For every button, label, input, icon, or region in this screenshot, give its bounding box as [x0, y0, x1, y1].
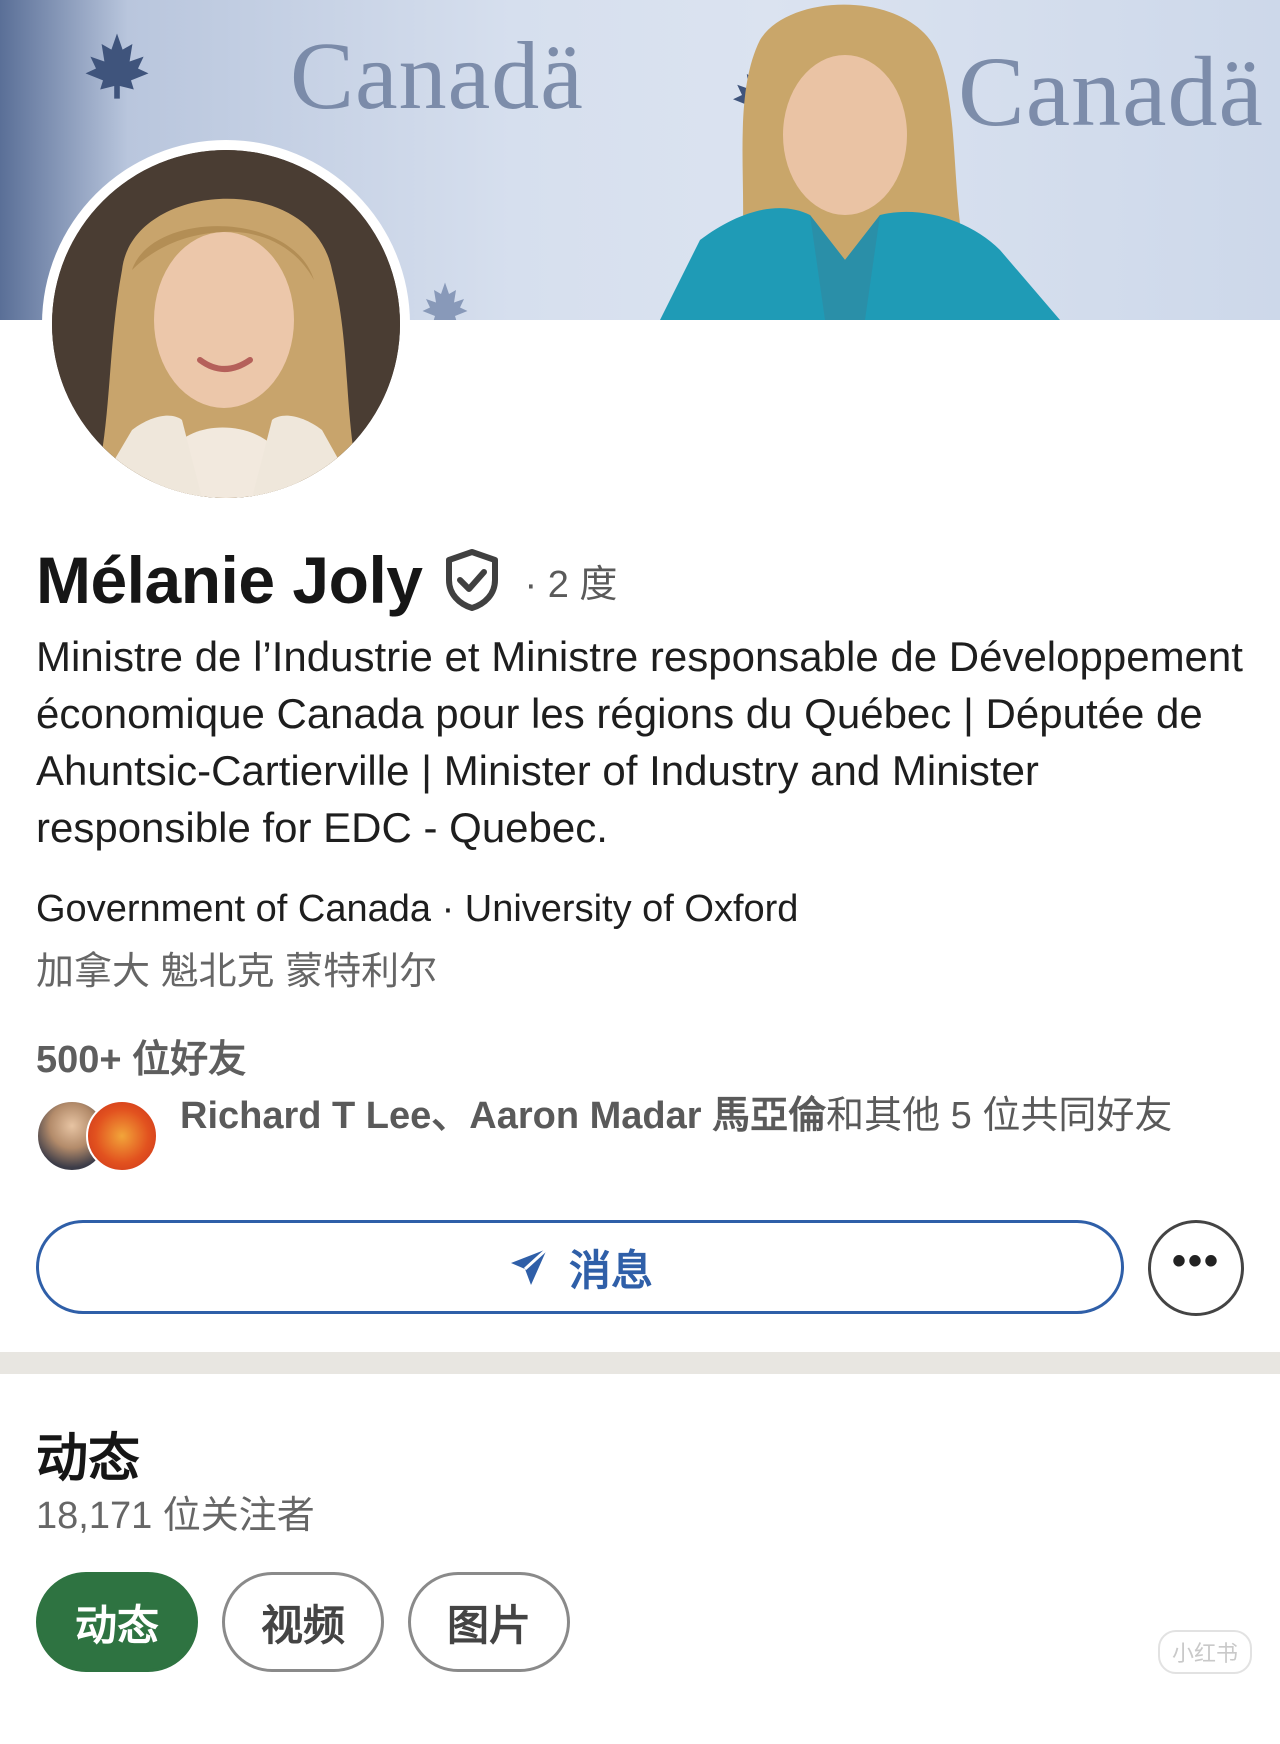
send-icon: [507, 1245, 551, 1289]
avatar-photo: [52, 150, 400, 498]
cover-photo-person: [660, 4, 1060, 320]
mutual-names: Richard T Lee、Aaron Madar 馬亞倫: [180, 1095, 827, 1137]
more-icon: •••: [1171, 1239, 1220, 1283]
verified-shield-icon[interactable]: [443, 548, 501, 612]
profile-name: Mélanie Joly: [36, 543, 423, 617]
more-options-button[interactable]: •••: [1148, 1220, 1244, 1316]
profile-location: 加拿大 魁北克 蒙特利尔: [36, 951, 438, 993]
message-button-label: 消息: [568, 1246, 653, 1294]
tab-videos[interactable]: 视频: [222, 1572, 384, 1672]
section-divider: [0, 1352, 1280, 1374]
activity-section-title: 动态: [36, 1430, 141, 1488]
profile-organization[interactable]: Government of Canada · University of Oxf…: [36, 888, 798, 931]
profile-headline: Ministre de l’Industrie et Ministre resp…: [36, 633, 1243, 851]
maple-leaf-icon: [420, 280, 470, 320]
avatar: [86, 1100, 158, 1172]
tab-posts[interactable]: 动态: [36, 1572, 198, 1672]
followers-count: 18,171 位关注者: [36, 1495, 315, 1537]
maple-leaf-icon: [82, 30, 152, 110]
connections-count[interactable]: 500+ 位好友: [36, 1028, 246, 1083]
profile-name-row: Mélanie Joly · 2 度: [36, 540, 617, 620]
connection-degree: · 2 度: [524, 563, 618, 606]
tab-images[interactable]: 图片: [408, 1572, 570, 1672]
cover-wordmark: Canadä: [290, 22, 584, 129]
mutual-avatars: [36, 1100, 158, 1180]
mutual-connections[interactable]: Richard T Lee、Aaron Madar 馬亞倫和其他 5 位共同好友: [36, 1090, 1256, 1200]
profile-avatar[interactable]: [42, 140, 410, 508]
watermark: 小红书: [1157, 1630, 1252, 1674]
mutual-rest: 和其他 5 位共同好友: [826, 1095, 1173, 1137]
activity-filter-tabs: 动态 视频 图片: [36, 1572, 570, 1672]
message-button[interactable]: 消息: [36, 1220, 1124, 1314]
mutual-connections-text: Richard T Lee、Aaron Madar 馬亞倫和其他 5 位共同好友: [180, 1090, 1240, 1142]
